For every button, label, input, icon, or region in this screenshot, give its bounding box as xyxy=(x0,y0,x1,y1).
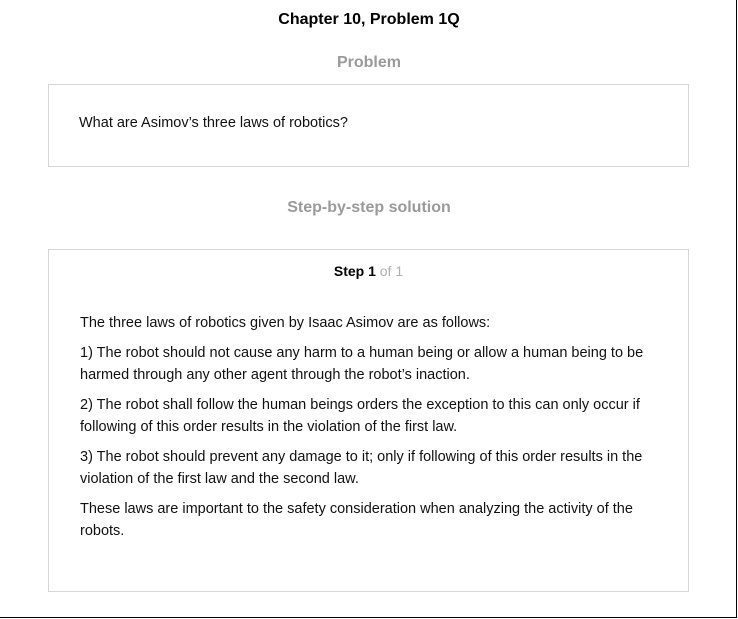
step-header: Step 1 of 1 xyxy=(49,263,688,279)
solution-box: Step 1 of 1 The three laws of robotics g… xyxy=(48,249,689,592)
solution-paragraph-conclusion: These laws are important to the safety c… xyxy=(80,501,633,539)
problem-text: What are Asimov’s three laws of robotics… xyxy=(79,115,348,131)
chapter-title: Chapter 10, Problem 1Q xyxy=(278,11,460,28)
step-count: of 1 xyxy=(375,263,404,279)
step-label: Step 1 xyxy=(333,263,376,279)
solution-paragraph-law-3: 3) The robot should prevent any damage t… xyxy=(80,449,643,487)
solution-body: The three laws of robotics given by Isaa… xyxy=(80,312,650,550)
solution-paragraph-intro: The three laws of robotics given by Isaa… xyxy=(80,315,491,331)
solution-paragraph-law-2: 2) The robot shall follow the human bein… xyxy=(80,397,640,435)
solution-heading: Step-by-step solution xyxy=(287,199,451,216)
problem-heading: Problem xyxy=(336,54,401,71)
solution-paragraph-law-1: 1) The robot should not cause any harm t… xyxy=(80,345,644,383)
problem-box: What are Asimov’s three laws of robotics… xyxy=(48,84,689,167)
